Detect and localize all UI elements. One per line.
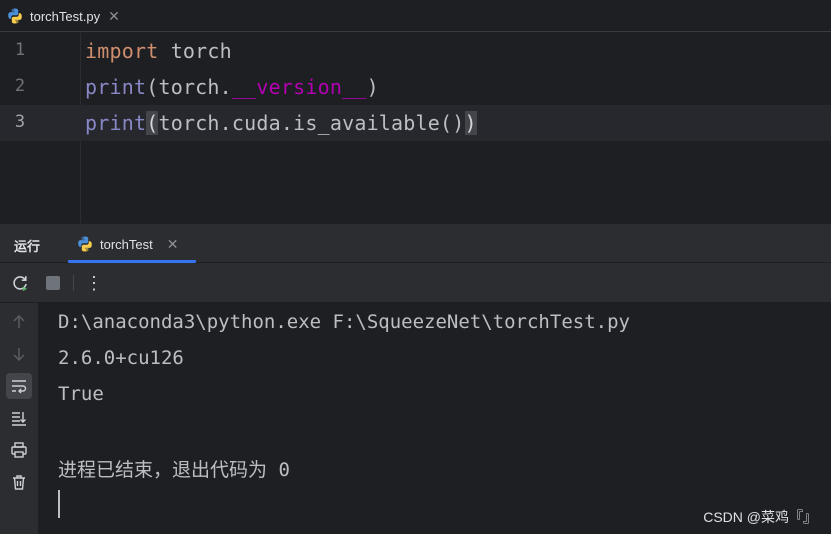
console-output[interactable]: D:\anaconda3\python.exe F:\SqueezeNet\to…	[38, 303, 831, 534]
scroll-to-end-icon	[12, 412, 26, 426]
clear-all-button[interactable]	[6, 469, 32, 495]
more-options-button[interactable]: ⋮	[84, 273, 104, 293]
text-caret	[58, 490, 60, 518]
trash-icon	[13, 475, 25, 490]
code-line-1[interactable]: 1 import torch	[0, 33, 831, 69]
print-icon	[11, 442, 27, 458]
scroll-to-end-button[interactable]	[6, 405, 32, 431]
console-line-command: D:\anaconda3\python.exe F:\SqueezeNet\to…	[58, 311, 630, 333]
run-tab-label: torchTest	[100, 236, 153, 252]
console-line-version: 2.6.0+cu126	[58, 347, 184, 369]
print-button[interactable]	[6, 437, 32, 463]
console-side-toolbar	[0, 303, 38, 534]
arrow-up-icon	[13, 314, 25, 328]
python-file-icon	[8, 8, 22, 24]
more-vertical-icon: ⋮	[85, 272, 103, 293]
run-toolbar: ⋮	[0, 263, 831, 303]
toolbar-separator	[73, 275, 74, 291]
code-line-2[interactable]: 2 print(torch.__version__)	[0, 69, 831, 105]
line-number: 3	[14, 112, 26, 132]
console-line-exit: 进程已结束，退出代码为 0	[58, 459, 290, 481]
code-editor[interactable]: 1 import torch 2 print(torch.__version__…	[0, 33, 831, 223]
soft-wrap-icon	[12, 380, 27, 394]
close-icon[interactable]: ✕	[167, 236, 179, 253]
run-tool-window-header: 运行 torchTest ✕	[0, 223, 831, 263]
editor-tab-torchtest[interactable]: torchTest.py ✕	[0, 0, 132, 32]
console-line-cuda: True	[58, 383, 104, 405]
stop-button[interactable]	[43, 273, 63, 293]
code-text: print(torch.cuda.is_available())	[85, 111, 477, 135]
editor-tab-label: torchTest.py	[30, 8, 101, 24]
rerun-button[interactable]	[10, 273, 30, 293]
watermark: CSDN @菜鸡『』	[703, 509, 817, 525]
arrow-down-icon	[13, 348, 25, 362]
line-number: 2	[14, 76, 26, 96]
editor-tab-bar: torchTest.py ✕	[0, 0, 831, 32]
code-text: import torch	[85, 39, 232, 63]
run-panel-title: 运行	[14, 239, 41, 254]
next-occurrence-button[interactable]	[6, 341, 32, 367]
close-icon[interactable]: ✕	[108, 8, 120, 25]
soft-wrap-button[interactable]	[6, 373, 32, 399]
code-line-3[interactable]: 3 print(torch.cuda.is_available())	[0, 105, 831, 141]
code-text: print(torch.__version__)	[85, 75, 379, 99]
rerun-icon	[13, 276, 27, 292]
python-run-icon	[78, 236, 92, 252]
previous-occurrence-button[interactable]	[6, 309, 32, 335]
line-number: 1	[14, 40, 26, 60]
run-tab-torchtest[interactable]: torchTest ✕	[74, 224, 196, 264]
stop-icon	[46, 276, 60, 290]
